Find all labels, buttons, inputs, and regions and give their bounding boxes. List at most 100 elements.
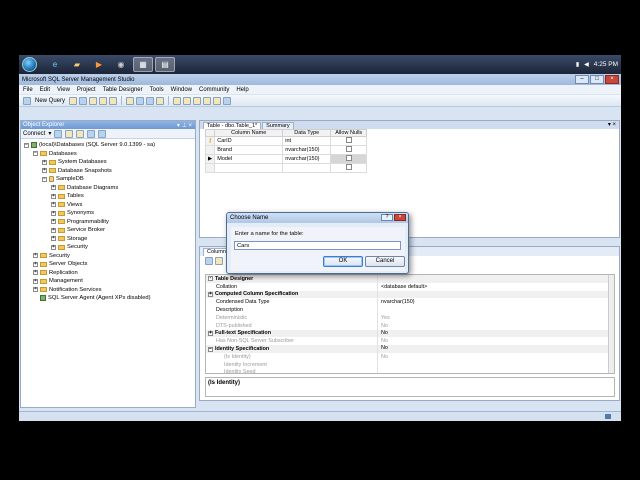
expand-icon[interactable]: +: [42, 159, 47, 165]
column-name-cell[interactable]: Brand: [214, 145, 284, 155]
app2-taskbar-icon[interactable]: ▤: [155, 57, 175, 72]
expand-icon[interactable]: +: [208, 291, 213, 297]
tree-node[interactable]: + Synonyms: [21, 209, 195, 218]
start-button[interactable]: [22, 57, 37, 72]
dialog-close-button[interactable]: ×: [394, 214, 406, 221]
expand-icon[interactable]: +: [208, 330, 213, 336]
menu-view[interactable]: View: [57, 87, 70, 93]
collapse-icon[interactable]: −: [42, 176, 47, 182]
expand-icon[interactable]: +: [51, 193, 56, 199]
expand-icon[interactable]: +: [51, 219, 56, 225]
collapse-icon[interactable]: -: [208, 276, 213, 282]
categorized-icon[interactable]: [205, 257, 213, 265]
allow-nulls-checkbox[interactable]: [345, 164, 352, 170]
stop-icon[interactable]: [76, 129, 85, 138]
expand-icon[interactable]: +: [51, 185, 56, 191]
row-selector[interactable]: [204, 163, 216, 173]
connect-button[interactable]: Connect: [23, 131, 45, 137]
tree-node[interactable]: + Views: [21, 201, 195, 210]
new-query-button[interactable]: New Query: [33, 98, 67, 104]
table-row[interactable]: [204, 163, 368, 173]
data-type-cell[interactable]: int: [282, 136, 332, 146]
network-icon[interactable]: ▮: [576, 61, 579, 68]
chevron-down-icon[interactable]: ▾: [48, 130, 51, 137]
menu-community[interactable]: Community: [199, 87, 229, 93]
menu-project[interactable]: Project: [77, 87, 96, 93]
tree-node[interactable]: − SampleDB: [21, 175, 195, 184]
refresh-icon[interactable]: [87, 129, 96, 138]
tree-node[interactable]: + Security: [21, 252, 195, 261]
property-value[interactable]: No: [378, 338, 388, 344]
property-grid-scrollbar[interactable]: [608, 275, 614, 373]
expand-icon[interactable]: +: [33, 278, 38, 284]
property-row[interactable]: Identity Seed: [206, 368, 614, 373]
tree-node[interactable]: + Management: [21, 277, 195, 286]
help-button[interactable]: ?: [381, 214, 393, 221]
menu-table-designer[interactable]: Table Designer: [103, 87, 143, 93]
toolbar-icon[interactable]: [109, 96, 118, 105]
expand-icon[interactable]: +: [33, 287, 38, 293]
media-taskbar-icon[interactable]: ▶: [89, 57, 109, 72]
property-row[interactable]: Collation <database default>: [206, 282, 614, 291]
row-selector[interactable]: [204, 145, 216, 155]
allow-nulls-checkbox[interactable]: [345, 146, 352, 152]
toolbar-icon[interactable]: [69, 96, 78, 105]
table-row[interactable]: ▶ Model nvarchar(150): [204, 154, 368, 164]
cancel-button[interactable]: Cancel: [365, 256, 405, 267]
property-row[interactable]: Has Non-SQL Server Subscriber No: [206, 337, 614, 346]
column-name-cell[interactable]: Model: [214, 154, 284, 164]
property-row[interactable]: − Identity Specification No: [206, 345, 614, 353]
tree-node[interactable]: + Security: [21, 243, 195, 252]
connect-icon[interactable]: [54, 129, 63, 138]
expand-icon[interactable]: +: [51, 202, 56, 208]
tree-node[interactable]: + Tables: [21, 192, 195, 201]
property-row[interactable]: Condensed Data Type nvarchar(150): [206, 298, 614, 307]
key-icon[interactable]: ⚷: [204, 136, 216, 146]
volume-icon[interactable]: ◀: [584, 61, 589, 68]
expand-icon[interactable]: +: [33, 270, 38, 276]
pin-icon[interactable]: ▾ ⊥ ×: [177, 122, 192, 129]
property-row[interactable]: DTS-published No: [206, 321, 614, 330]
ie-taskbar-icon[interactable]: e: [45, 57, 65, 72]
close-tab-icon[interactable]: ▾ ×: [608, 121, 616, 128]
expand-icon[interactable]: +: [51, 227, 56, 233]
ok-button[interactable]: OK: [323, 256, 363, 267]
toolbar-icon[interactable]: [193, 96, 202, 105]
menu-edit[interactable]: Edit: [40, 87, 50, 93]
tree-node[interactable]: + Storage: [21, 235, 195, 244]
tree-node[interactable]: + System Databases: [21, 158, 195, 167]
toolbar-icon[interactable]: [79, 96, 88, 105]
tree-node[interactable]: + Server Objects: [21, 260, 195, 269]
menu-tools[interactable]: Tools: [150, 87, 164, 93]
property-category[interactable]: - Table Designer: [206, 275, 614, 283]
data-type-cell[interactable]: nvarchar(150): [282, 154, 332, 164]
column-name-cell[interactable]: [214, 163, 284, 173]
close-button[interactable]: ×: [605, 75, 619, 84]
save-icon[interactable]: [136, 96, 145, 105]
tree-node[interactable]: + Programmability: [21, 218, 195, 227]
property-value[interactable]: Yes: [378, 315, 390, 321]
toolbar-icon[interactable]: [183, 96, 192, 105]
disconnect-icon[interactable]: [65, 129, 74, 138]
table-row[interactable]: ⚷ CarID int: [204, 136, 368, 146]
table-row[interactable]: Brand nvarchar(150): [204, 145, 368, 155]
property-row[interactable]: Identity Increment: [206, 360, 614, 369]
allow-nulls-checkbox[interactable]: [345, 155, 352, 161]
save-all-icon[interactable]: [146, 96, 155, 105]
tree-node[interactable]: + Service Broker: [21, 226, 195, 235]
menu-window[interactable]: Window: [171, 87, 192, 93]
maximize-button[interactable]: □: [590, 75, 604, 84]
toolbar-icon[interactable]: [156, 96, 165, 105]
tree-node[interactable]: − Databases: [21, 150, 195, 159]
alphabetical-icon[interactable]: [215, 257, 223, 265]
property-value[interactable]: nvarchar(150): [378, 299, 415, 305]
allow-nulls-checkbox[interactable]: [345, 137, 352, 143]
property-value[interactable]: No: [378, 323, 388, 329]
property-row[interactable]: Description: [206, 306, 614, 314]
minimize-button[interactable]: –: [575, 75, 589, 84]
new-query-icon[interactable]: [23, 96, 31, 105]
property-value[interactable]: No: [378, 345, 614, 353]
property-row[interactable]: Deterministic Yes: [206, 313, 614, 322]
property-value[interactable]: <database default>: [378, 284, 427, 290]
expand-icon[interactable]: +: [51, 236, 56, 242]
